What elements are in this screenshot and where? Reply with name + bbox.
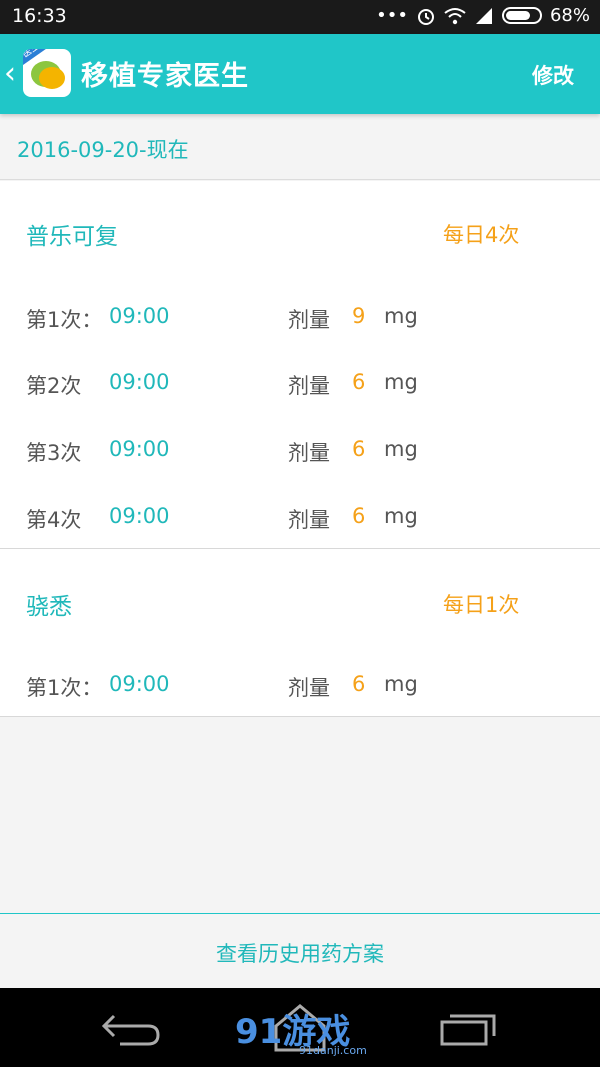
drug-frequency: 每日1次 — [443, 593, 520, 617]
dose-row: 第4次 09:00 剂量 6 mg — [0, 496, 600, 536]
system-nav-bar: 91游戏 91danji.com — [0, 988, 600, 1067]
signal-icon — [475, 7, 492, 24]
dose-time: 09:00 — [109, 437, 170, 461]
dose-unit: mg — [384, 504, 418, 528]
logo-leaf-yellow — [39, 67, 65, 89]
drug-card: 普乐可复 每日4次 第1次： 09:00 剂量 9 mg 第2次 09:00 剂… — [0, 181, 600, 549]
battery-percent: 68% — [549, 5, 590, 26]
dose-index: 第4次 — [26, 508, 82, 532]
dose-label: 剂量 — [288, 308, 330, 332]
dose-unit: mg — [384, 437, 418, 461]
dose-row: 第1次： 09:00 剂量 9 mg — [0, 296, 600, 336]
date-range: 2016-09-20-现在 — [17, 138, 189, 162]
dose-amount: 6 — [352, 437, 366, 461]
drug-card: 骁悉 每日1次 第1次： 09:00 剂量 6 mg — [0, 549, 600, 717]
dose-row: 第2次 09:00 剂量 6 mg — [0, 362, 600, 402]
dose-index: 第1次： — [26, 308, 103, 332]
dose-unit: mg — [384, 304, 418, 328]
back-nav-icon[interactable] — [100, 1008, 162, 1048]
view-history-button[interactable]: 查看历史用药方案 — [0, 938, 600, 968]
dose-time: 09:00 — [109, 672, 170, 696]
dose-row: 第3次 09:00 剂量 6 mg — [0, 429, 600, 469]
recent-apps-icon[interactable] — [440, 1012, 496, 1046]
edit-button[interactable]: 修改 — [532, 60, 574, 90]
status-bar: 16:33 ••• 68% — [0, 0, 600, 34]
dose-label: 剂量 — [288, 676, 330, 700]
app-bar: ‹ 医生 移植专家医生 修改 — [0, 34, 600, 114]
dose-row: 第1次： 09:00 剂量 6 mg — [0, 664, 600, 704]
dose-time: 09:00 — [109, 370, 170, 394]
dose-index: 第2次 — [26, 374, 82, 398]
dose-unit: mg — [384, 672, 418, 696]
app-logo[interactable]: 医生 — [23, 49, 71, 97]
drug-frequency: 每日4次 — [443, 223, 520, 247]
alarm-icon — [417, 8, 434, 25]
dose-index: 第1次： — [26, 676, 103, 700]
dose-unit: mg — [384, 370, 418, 394]
app-title: 移植专家医生 — [81, 61, 249, 92]
drug-name: 普乐可复 — [26, 224, 118, 250]
dose-label: 剂量 — [288, 374, 330, 398]
dose-time: 09:00 — [109, 504, 170, 528]
date-range-strip: 2016-09-20-现在 — [0, 114, 600, 180]
battery-icon — [501, 7, 542, 24]
dose-time: 09:00 — [109, 304, 170, 328]
status-time: 16:33 — [12, 5, 67, 27]
drug-name: 骁悉 — [26, 594, 72, 620]
wifi-icon — [444, 7, 466, 24]
back-button[interactable]: ‹ — [4, 56, 16, 91]
notification-dots-icon: ••• — [376, 5, 408, 26]
watermark-logo: 91游戏 91danji.com — [235, 1004, 367, 1057]
dose-amount: 6 — [352, 672, 366, 696]
dose-label: 剂量 — [288, 508, 330, 532]
watermark-sub: 91danji.com — [299, 1044, 367, 1057]
dose-index: 第3次 — [26, 441, 82, 465]
dose-amount: 6 — [352, 370, 366, 394]
dose-label: 剂量 — [288, 441, 330, 465]
dose-amount: 9 — [352, 304, 366, 328]
history-bar: 查看历史用药方案 — [0, 913, 600, 988]
dose-amount: 6 — [352, 504, 366, 528]
status-icons: ••• 68% — [376, 5, 590, 26]
